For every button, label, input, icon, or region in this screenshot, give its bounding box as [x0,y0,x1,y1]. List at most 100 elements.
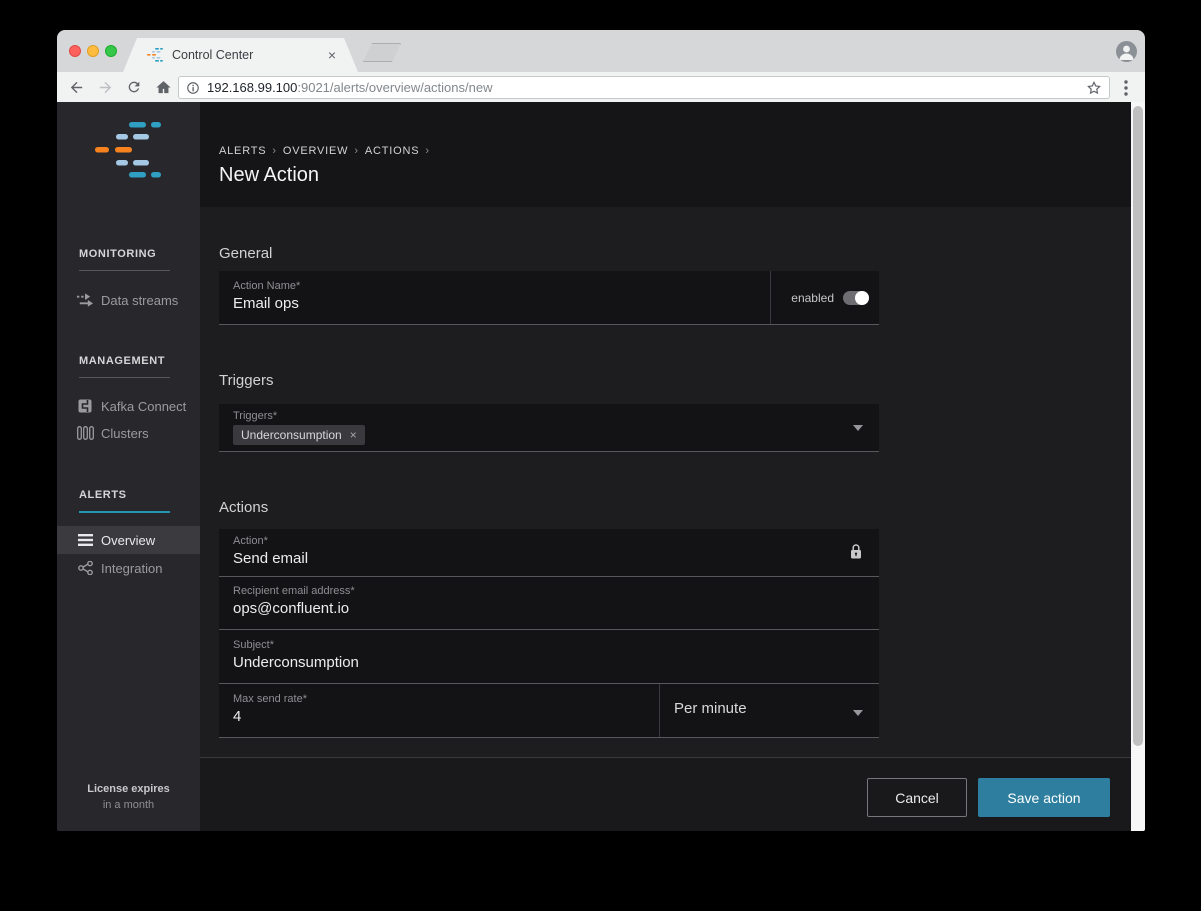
sidebar-item-label: Kafka Connect [101,398,187,414]
license-notice: License expires in a month [57,783,200,811]
scrollbar-thumb[interactable] [1133,106,1143,746]
home-icon [155,80,171,93]
app-content: MONITORING Data streams MANAGEMENT Kafka… [57,102,1145,831]
section-heading-triggers: Triggers [219,372,274,389]
bookmark-star-icon[interactable] [1086,80,1102,96]
action-name-value[interactable]: Email ops [233,295,299,312]
actions-field-group: Action* Send email Recipient email addre… [219,529,879,738]
kebab-menu-icon [1124,79,1128,96]
rate-unit-value: Per minute [674,700,747,717]
confluent-logo-icon [95,122,161,178]
sidebar: MONITORING Data streams MANAGEMENT Kafka… [57,102,200,831]
license-when-text: in a month [102,799,155,811]
vertical-scrollbar[interactable] [1131,102,1145,831]
alerts-active-divider [79,511,170,513]
home-button[interactable] [152,76,174,98]
subject-field[interactable]: Subject* Underconsumption [219,630,879,684]
forward-arrow-icon [99,81,111,93]
license-expires-text: License expires [87,783,170,795]
rate-unit-select[interactable]: Per minute [659,684,879,737]
breadcrumb-alerts[interactable]: ALERTS [219,145,266,157]
browser-tabstrip: Control Center × [57,30,1145,72]
tab-control-center[interactable]: Control Center × [123,38,358,72]
sidebar-header-alerts: ALERTS [79,489,127,501]
chevron-down-icon[interactable] [853,425,863,431]
page-header: ALERTS › OVERVIEW › ACTIONS › New Action [200,102,1131,207]
integration-icon [76,561,94,575]
sidebar-item-label: Clusters [101,425,149,441]
page-info-icon[interactable] [186,81,200,95]
breadcrumb-overview[interactable]: OVERVIEW [283,145,349,157]
sidebar-item-label: Integration [101,560,163,576]
action-type-field[interactable]: Action* Send email [219,529,879,577]
new-tab-button[interactable] [363,43,401,62]
tab-close-icon[interactable]: × [328,47,336,63]
sidebar-header-monitoring: MONITORING [79,248,157,260]
sidebar-item-label: Data streams [101,292,179,308]
chip-remove-icon[interactable]: × [350,428,357,442]
page-title: New Action [219,164,320,186]
overview-icon [76,534,94,546]
max-send-rate-value[interactable]: 4 [233,708,241,725]
triggers-label: Triggers* [233,410,278,422]
screenshot-stage: Control Center × 192.168.99.100:9021/ale… [0,0,1201,911]
forward-button[interactable] [94,76,116,98]
enabled-toggle-group: enabled [770,271,879,324]
back-button[interactable] [65,76,87,98]
person-icon [1119,45,1134,60]
action-name-field[interactable]: Action Name* Email ops enabled [219,271,879,325]
trigger-chip-label: Underconsumption [241,428,342,442]
max-send-rate-label: Max send rate* [233,693,307,705]
enabled-toggle[interactable] [843,290,869,305]
save-action-button[interactable]: Save action [978,778,1110,817]
new-action-form: General Action Name* Email ops enabled T… [200,207,1131,757]
recipient-email-value[interactable]: ops@confluent.io [233,600,349,617]
back-arrow-icon [70,81,82,93]
maximize-window-button[interactable] [105,45,117,57]
sidebar-item-data-streams[interactable]: Data streams [57,287,200,313]
form-footer: Cancel Save action [200,757,1131,831]
main-panel: ALERTS › OVERVIEW › ACTIONS › New Action Gene… [200,102,1131,831]
browser-menu-button[interactable] [1116,76,1136,99]
lock-icon [850,544,862,564]
tab-title: Control Center [172,48,254,62]
toggle-knob [855,290,869,305]
recipient-email-label: Recipient email address* [233,585,355,597]
trigger-chip[interactable]: Underconsumption × [233,425,365,445]
action-type-label: Action* [233,535,268,547]
subject-value[interactable]: Underconsumption [233,654,359,671]
clusters-icon [76,426,94,440]
subject-label: Subject* [233,639,274,651]
reload-button[interactable] [123,76,145,98]
triggers-select-field[interactable]: Triggers* Underconsumption × [219,404,879,452]
recipient-email-field[interactable]: Recipient email address* ops@confluent.i… [219,577,879,630]
breadcrumb-separator: › [272,145,277,157]
chevron-down-icon[interactable] [853,710,863,716]
sidebar-item-clusters[interactable]: Clusters [57,420,200,446]
sidebar-item-overview[interactable]: Overview [57,526,200,554]
kafka-connect-icon [76,399,94,413]
section-heading-general: General [219,245,273,262]
address-bar[interactable]: 192.168.99.100:9021/alerts/overview/acti… [178,76,1110,99]
breadcrumb-actions[interactable]: ACTIONS [365,145,420,157]
browser-toolbar: 192.168.99.100:9021/alerts/overview/acti… [57,72,1145,102]
action-type-value: Send email [233,550,309,567]
breadcrumb-separator: › [354,145,359,157]
cancel-button[interactable]: Cancel [867,778,967,817]
enabled-label: enabled [791,290,834,305]
close-window-button[interactable] [69,45,81,57]
divider [79,377,170,378]
sidebar-item-integration[interactable]: Integration [57,555,200,581]
minimize-window-button[interactable] [87,45,99,57]
browser-window: Control Center × 192.168.99.100:9021/ale… [57,30,1145,831]
divider [79,270,170,271]
url-host: 192.168.99.100 [207,80,298,95]
sidebar-item-kafka-connect[interactable]: Kafka Connect [57,393,200,419]
section-heading-actions: Actions [219,499,269,516]
reload-icon [128,81,140,93]
browser-profile-avatar[interactable] [1116,41,1137,62]
action-name-label: Action Name* [233,280,301,292]
confluent-favicon-icon [147,48,163,62]
sidebar-header-management: MANAGEMENT [79,355,166,367]
url-text: 192.168.99.100:9021/alerts/overview/acti… [207,80,1080,95]
